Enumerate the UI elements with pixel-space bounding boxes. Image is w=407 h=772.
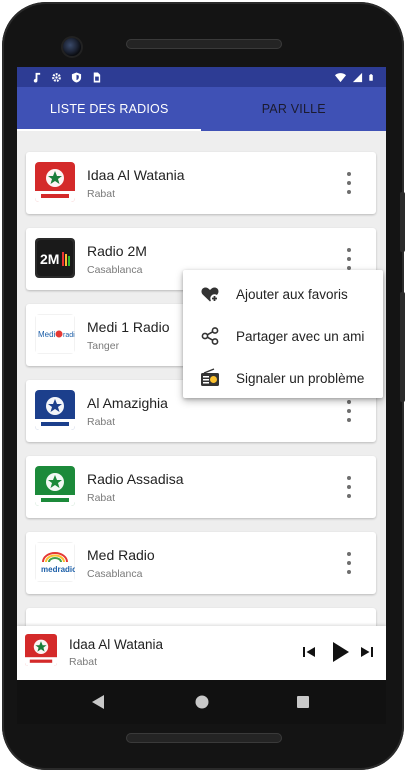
skip-next-icon[interactable] — [359, 640, 375, 664]
power-button — [400, 292, 405, 402]
snrt-red-logo — [35, 162, 75, 202]
skip-previous-icon[interactable] — [301, 640, 317, 664]
station-city: Tanger — [87, 340, 120, 352]
report-radio-icon — [201, 368, 219, 386]
medi1-logo: Medi radio — [35, 314, 75, 354]
station-city: Casablanca — [87, 264, 143, 276]
station-name: Medi 1 Radio — [87, 319, 170, 335]
station-city: Rabat — [87, 416, 116, 428]
now-playing-name: Idaa Al Watania — [69, 637, 164, 652]
station-name: Radio 2M — [87, 243, 147, 259]
recents-icon[interactable] — [296, 695, 310, 714]
station-card[interactable]: medradio Med Radio Casablanca — [26, 532, 376, 594]
station-card[interactable]: Radio Assadisa Rabat — [26, 456, 376, 518]
shield-icon — [71, 71, 82, 83]
music-note-icon — [33, 72, 41, 83]
now-playing-city: Rabat — [69, 656, 98, 668]
settings-gear-icon — [52, 72, 61, 82]
play-icon[interactable] — [329, 640, 351, 664]
home-icon[interactable] — [194, 694, 210, 715]
station-city: Casablanca — [87, 568, 143, 580]
front-camera — [63, 38, 81, 56]
bottom-speaker — [126, 733, 282, 743]
station-name: Al Amazighia — [87, 395, 168, 411]
cell-signal-icon — [352, 72, 363, 82]
menu-item-label: Signaler un problème — [236, 370, 365, 386]
more-options-icon[interactable] — [344, 552, 354, 574]
more-options-icon[interactable] — [344, 400, 354, 422]
share-icon — [201, 327, 219, 345]
heart-plus-icon — [201, 287, 219, 303]
tab-bar: LISTE DES RADIOS PAR VILLE — [17, 87, 386, 131]
menu-item-report-problem[interactable]: Signaler un problème — [183, 357, 383, 399]
station-name: Radio Assadisa — [87, 471, 184, 487]
battery-icon — [369, 73, 373, 81]
medradio-logo: medradio — [35, 542, 75, 582]
snrt-blue-logo — [35, 390, 75, 430]
svg-text:Medi: Medi — [38, 330, 56, 339]
snrt-red-logo — [25, 634, 57, 666]
sim-card-icon — [93, 71, 101, 83]
menu-item-add-favorite[interactable]: Ajouter aux favoris — [183, 273, 383, 315]
volume-button — [400, 192, 405, 252]
station-city: Rabat — [87, 492, 116, 504]
tab-liste-des-radios[interactable]: LISTE DES RADIOS — [17, 87, 202, 131]
station-name: Idaa Al Watania — [87, 167, 185, 183]
earpiece-speaker — [126, 39, 282, 49]
svg-text:2M: 2M — [40, 251, 59, 267]
2m-logo: 2M — [35, 238, 75, 278]
more-options-icon[interactable] — [344, 248, 354, 270]
wifi-icon — [335, 72, 346, 82]
menu-item-label: Ajouter aux favoris — [236, 286, 348, 302]
station-options-menu: Ajouter aux favoris Partager avec un ami… — [183, 270, 383, 398]
menu-item-label: Partager avec un ami — [236, 328, 365, 344]
more-options-icon[interactable] — [344, 172, 354, 194]
station-list[interactable]: Idaa Al Watania Rabat 2M Radio 2M Casabl… — [17, 131, 386, 670]
snrt-green-logo — [35, 466, 75, 506]
now-playing-bar[interactable]: Idaa Al Watania Rabat — [17, 626, 386, 680]
svg-text:radio: radio — [63, 332, 75, 339]
station-card[interactable]: Idaa Al Watania Rabat — [26, 152, 376, 214]
svg-text:medradio: medradio — [41, 565, 75, 574]
system-navigation-bar — [17, 680, 386, 724]
back-icon[interactable] — [91, 694, 105, 715]
menu-item-share[interactable]: Partager avec un ami — [183, 315, 383, 357]
app-screen: LISTE DES RADIOS PAR VILLE Idaa Al Watan… — [17, 67, 386, 680]
more-options-icon[interactable] — [344, 476, 354, 498]
status-bar — [17, 67, 386, 87]
station-name: Med Radio — [87, 547, 155, 563]
tab-par-ville[interactable]: PAR VILLE — [202, 87, 387, 131]
station-city: Rabat — [87, 188, 116, 200]
